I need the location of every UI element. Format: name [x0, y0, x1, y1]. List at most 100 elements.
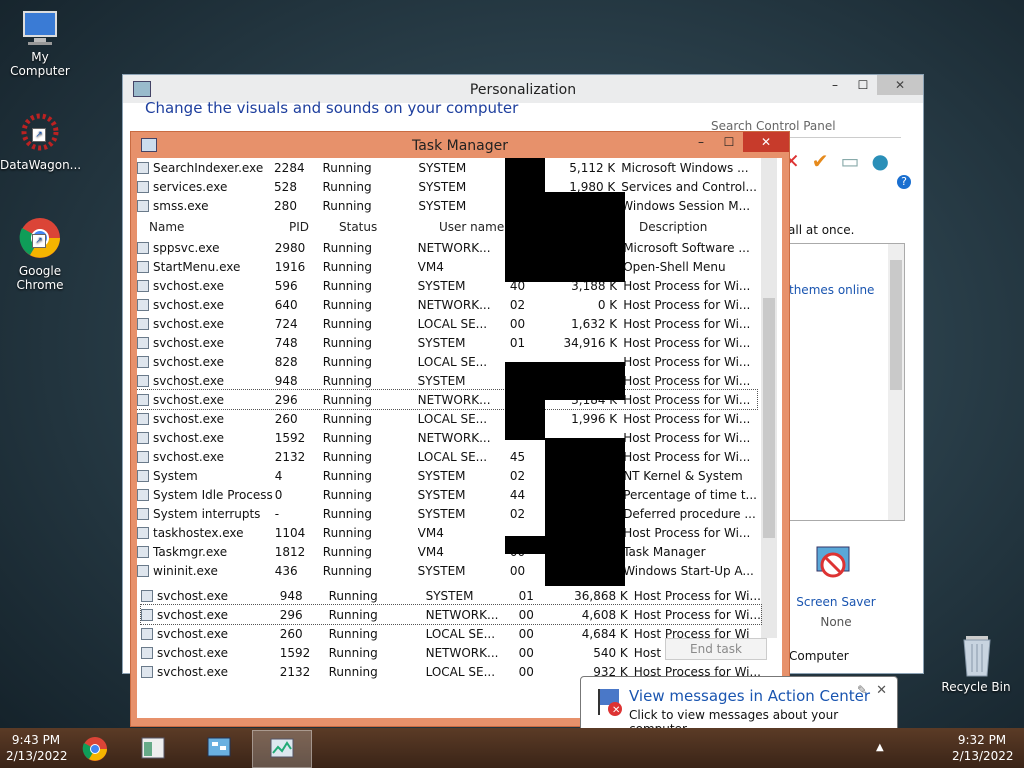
redaction-block: [505, 158, 545, 192]
process-pid-cell: 640: [274, 297, 298, 312]
taskbar-clock-right[interactable]: 9:32 PM 2/13/2022: [952, 732, 1014, 764]
recycle-bin-icon: [956, 630, 996, 678]
process-table-overlay: svchost.exe 948 Running SYSTEM 01 36,868 K Hos…: [140, 586, 762, 681]
process-row[interactable]: svchost.exe 724 Running LOCAL SE... 00 1,632 …: [137, 314, 757, 333]
close-button[interactable]: ✕: [743, 132, 789, 152]
process-icon: [137, 336, 149, 349]
window-icon: [140, 736, 166, 760]
process-pid-cell: 1592: [274, 430, 306, 445]
process-row[interactable]: services.exe 528 Running SYSTEM 1,980 K Servi…: [137, 177, 757, 196]
process-icon: [137, 199, 149, 212]
process-icon: [141, 627, 153, 640]
desktop-icon-label: Recycle Bin: [941, 680, 1011, 694]
process-row[interactable]: svchost.exe 828 Running LOCAL SE... Host Pro…: [137, 352, 757, 371]
minimize-button[interactable]: –: [821, 75, 849, 95]
close-button[interactable]: ✕: [877, 75, 923, 95]
column-header-status[interactable]: Status: [339, 220, 377, 234]
process-row[interactable]: taskhostex.exe 1104 Running VM4 Host Process…: [137, 523, 757, 542]
list-scroll-thumb[interactable]: [890, 260, 902, 390]
process-mem-cell: 1,996 K: [571, 411, 618, 426]
pin-icon[interactable]: ✎: [857, 683, 867, 697]
checkmark-icon[interactable]: ✔: [812, 149, 829, 173]
process-row[interactable]: sppsvc.exe 2980 Running NETWORK... Microsoft…: [137, 238, 757, 257]
notification-area-arrow-icon[interactable]: ▲: [876, 742, 884, 753]
column-header-name[interactable]: Name: [149, 220, 184, 234]
redaction-block: [505, 192, 625, 282]
minimize-button[interactable]: –: [687, 132, 715, 152]
process-status-cell: Running: [322, 259, 372, 274]
taskbar-clock-left[interactable]: 9:43 PM 2/13/2022: [6, 732, 68, 764]
process-pid-cell: 2980: [274, 240, 306, 255]
window-title: Personalization: [469, 82, 577, 98]
process-name-cell: SearchIndexer.exe: [137, 158, 274, 177]
svg-text:✕: ✕: [612, 705, 620, 716]
taskbar-task-manager-button[interactable]: [252, 730, 312, 768]
process-name: System interrupts: [153, 506, 261, 521]
screen-saver-icon[interactable]: [813, 543, 853, 587]
process-cpu-cell: 02: [509, 468, 526, 483]
process-user-cell: VM4: [417, 525, 444, 540]
globe-icon[interactable]: ●: [871, 149, 888, 173]
scroll-thumb[interactable]: [763, 298, 775, 538]
desktop-icon-my-computer[interactable]: My Computer: [0, 8, 80, 78]
taskbar-window-button[interactable]: [124, 730, 182, 766]
process-row[interactable]: svchost.exe 260 Running LOCAL SE... 1,996 K H…: [137, 409, 757, 428]
window-icon[interactable]: ▭: [841, 149, 860, 173]
maximize-button[interactable]: ☐: [715, 132, 743, 152]
process-status-cell: Running: [322, 506, 372, 521]
process-mem-cell: 1,632 K: [571, 316, 618, 331]
desktop-icon-recycle-bin[interactable]: Recycle Bin: [936, 630, 1016, 694]
help-icon[interactable]: ?: [897, 175, 911, 189]
column-header-description[interactable]: Description: [639, 220, 707, 234]
end-task-button[interactable]: End task: [665, 638, 767, 660]
process-status-cell: Running: [322, 449, 372, 464]
process-table-top: SearchIndexer.exe 2284 Running SYSTEM 5,112 …: [137, 158, 757, 215]
process-row[interactable]: svchost.exe 640 Running NETWORK... 02 0 K Host…: [137, 295, 757, 314]
process-row[interactable]: smss.exe 280 Running SYSTEM Windows Session …: [137, 196, 757, 215]
process-name: System: [153, 468, 198, 483]
process-desc-cell: Host Process for Wi...: [623, 449, 751, 464]
process-mem-cell: 34,916 K: [563, 335, 618, 350]
process-row[interactable]: System Idle Process 0 Running SYSTEM 44 Perce…: [137, 485, 757, 504]
desktop-icon-google-chrome[interactable]: ↗ Google Chrome: [0, 216, 80, 292]
process-row[interactable]: svchost.exe 948 Running SYSTEM Host Process …: [137, 371, 757, 390]
process-row[interactable]: svchost.exe 748 Running SYSTEM 01 34,916 K Hos…: [137, 333, 757, 352]
screen-saver-label[interactable]: Screen Saver: [791, 595, 881, 609]
task-manager-titlebar[interactable]: Task Manager – ☐ ✕: [131, 132, 789, 158]
shortcut-arrow-icon: ↗: [32, 234, 46, 248]
column-header-user[interactable]: User name: [439, 220, 504, 234]
desktop-icon-datawagon[interactable]: ↗ DataWagon...: [0, 112, 81, 172]
taskbar: 9:43 PM 2/13/2022 ▲ 9:32 PM 2/13/2022: [0, 728, 1024, 768]
process-row[interactable]: SearchIndexer.exe 2284 Running SYSTEM 5,112 …: [137, 158, 757, 177]
process-row[interactable]: svchost.exe 296 Running NETWORK... 00 4,608 K…: [140, 604, 762, 625]
notification-title[interactable]: View messages in Action Center: [629, 687, 870, 705]
close-icon[interactable]: ✕: [876, 683, 887, 698]
process-user-cell: SYSTEM: [418, 198, 467, 213]
process-desc-cell: Task Manager: [623, 544, 706, 559]
taskbar-control-panel-button[interactable]: [190, 730, 248, 766]
process-status-cell: Running: [322, 373, 372, 388]
process-row[interactable]: wininit.exe436RunningSYSTEM00420 KWindow…: [137, 561, 757, 580]
column-header-pid[interactable]: PID: [289, 220, 309, 234]
process-row[interactable]: System interrupts - Running SYSTEM 02 Deferre…: [137, 504, 757, 523]
process-user-cell: NETWORK...: [417, 430, 491, 445]
process-row[interactable]: System 4 Running SYSTEM 02 NT Kernel & System: [137, 466, 757, 485]
process-user-cell: SYSTEM: [418, 179, 467, 194]
get-themes-online-link[interactable]: themes online: [789, 283, 874, 297]
process-name: services.exe: [153, 179, 228, 194]
process-cpu-cell: 02: [509, 297, 526, 312]
process-row[interactable]: svchost.exe 2132 Running LOCAL SE... 45 Host …: [137, 447, 757, 466]
process-row[interactable]: svchost.exe 1592 Running NETWORK... Host Pro…: [137, 428, 757, 447]
process-row[interactable]: svchost.exe 596 Running SYSTEM 40 3,188 K Host…: [137, 276, 757, 295]
action-center-notification[interactable]: ✕ View messages in Action Center Click t…: [580, 676, 898, 736]
process-desc-cell: Deferred procedure ...: [623, 506, 756, 521]
process-row[interactable]: Taskmgr.exe1812RunningVM400Task Manager: [137, 542, 757, 561]
process-row[interactable]: StartMenu.exe 1916 Running VM4 Open-Shell Me…: [137, 257, 757, 276]
taskbar-chrome-button[interactable]: [66, 730, 124, 766]
process-user-cell: VM4: [417, 544, 444, 559]
process-row[interactable]: svchost.exe 948 Running SYSTEM 01 36,868 K Hos…: [141, 586, 761, 605]
process-desc-cell: Microsoft Software ...: [623, 240, 750, 255]
maximize-button[interactable]: ☐: [849, 75, 877, 95]
process-status-cell: Running: [328, 588, 378, 603]
process-row[interactable]: svchost.exe296RunningNETWORK...3,184 KHo…: [137, 389, 758, 410]
